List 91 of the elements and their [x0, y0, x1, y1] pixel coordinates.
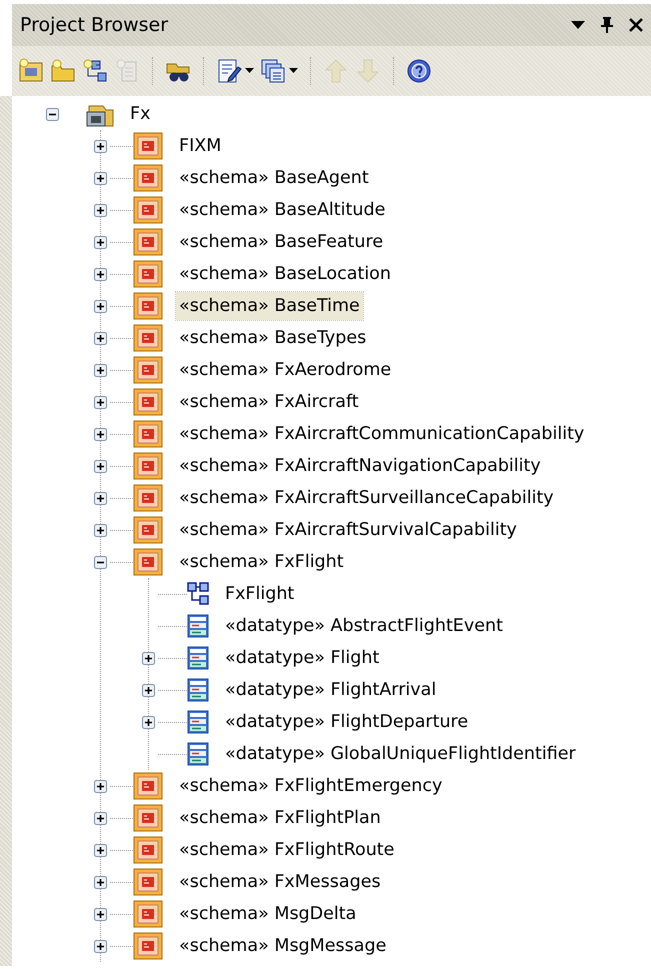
- caret-icon[interactable]: [245, 68, 254, 74]
- package-icon: [133, 196, 163, 224]
- dropdown-icon[interactable]: [571, 20, 585, 30]
- package-icon: [133, 772, 163, 800]
- tree-item[interactable]: «schema» FxAircraftSurvivalCapability: [176, 516, 520, 544]
- model-button[interactable]: [18, 58, 44, 84]
- tree-item[interactable]: «datatype» FlightDeparture: [222, 708, 472, 736]
- expand-toggle[interactable]: [94, 492, 106, 504]
- expand-toggle[interactable]: [94, 396, 106, 408]
- diagram-icon: [187, 582, 209, 606]
- tree-item[interactable]: «schema» FxFlightPlan: [176, 804, 384, 832]
- tree-item[interactable]: «schema» BaseAgent: [176, 164, 372, 192]
- caret-icon[interactable]: [289, 68, 298, 74]
- tree-item[interactable]: «schema» BaseLocation: [176, 260, 394, 288]
- package-icon: [133, 356, 163, 384]
- package-icon: [133, 132, 163, 160]
- tree-item[interactable]: «schema» FxAircraftCommunicationCapability: [176, 420, 588, 448]
- windows-icon[interactable]: [260, 58, 286, 84]
- expand-toggle[interactable]: [94, 876, 106, 888]
- expand-toggle[interactable]: [94, 908, 106, 920]
- expand-toggle[interactable]: [94, 812, 106, 824]
- tree-item[interactable]: «schema» BaseTypes: [176, 324, 370, 352]
- tree-item[interactable]: «schema» MsgMessage: [176, 932, 390, 960]
- tree-item[interactable]: «schema» FxAircraftSurveillanceCapability: [176, 484, 557, 512]
- package-icon: [133, 900, 163, 928]
- tree-item[interactable]: «schema» FxAircraftNavigationCapability: [176, 452, 544, 480]
- package-icon: [133, 420, 163, 448]
- expand-toggle[interactable]: [94, 172, 106, 184]
- close-icon[interactable]: [629, 18, 643, 32]
- diagram-button[interactable]: [82, 58, 108, 84]
- package-icon: [133, 164, 163, 192]
- datatype-icon: [187, 646, 209, 670]
- expand-toggle[interactable]: [94, 428, 106, 440]
- collapse-toggle[interactable]: [94, 556, 106, 568]
- tree-item[interactable]: «schema» BaseAltitude: [176, 196, 388, 224]
- expand-toggle[interactable]: [94, 524, 106, 536]
- tree-item[interactable]: «datatype» GlobalUniqueFlightIdentifier: [222, 740, 579, 768]
- tree-item[interactable]: «schema» FxAircraft: [176, 388, 362, 416]
- tree-item[interactable]: «schema» BaseFeature: [176, 228, 386, 256]
- expand-toggle[interactable]: [94, 780, 106, 792]
- help-button[interactable]: [406, 58, 432, 84]
- tree-item[interactable]: «datatype» Flight: [222, 644, 382, 672]
- expand-toggle[interactable]: [94, 268, 106, 280]
- panel-title: Project Browser: [20, 12, 168, 38]
- package-icon: [133, 388, 163, 416]
- tree-item[interactable]: «schema» MsgDelta: [176, 900, 360, 928]
- expand-toggle[interactable]: [94, 844, 106, 856]
- package-icon: [133, 228, 163, 256]
- tree-item[interactable]: Fx: [127, 100, 154, 128]
- package-icon: [133, 804, 163, 832]
- tree-item[interactable]: «schema» FxMessages: [176, 868, 384, 896]
- package-icon: [133, 516, 163, 544]
- datatype-icon: [187, 710, 209, 734]
- pin-icon[interactable]: [601, 17, 613, 33]
- expand-toggle[interactable]: [94, 204, 106, 216]
- tree-item[interactable]: «schema» FxFlight: [176, 548, 347, 576]
- tree-item[interactable]: FxFlight: [222, 580, 298, 608]
- expand-toggle[interactable]: [94, 300, 106, 312]
- datatype-icon: [187, 614, 209, 638]
- expand-toggle[interactable]: [94, 140, 106, 152]
- package-icon: [133, 868, 163, 896]
- expand-toggle[interactable]: [94, 364, 106, 376]
- tree-item[interactable]: «datatype» AbstractFlightEvent: [222, 612, 506, 640]
- expand-toggle[interactable]: [142, 652, 154, 664]
- expand-toggle[interactable]: [142, 716, 154, 728]
- datatype-icon: [187, 678, 209, 702]
- folder-button[interactable]: [50, 58, 76, 84]
- datatype-icon: [187, 742, 209, 766]
- package-icon: [133, 932, 163, 960]
- package-icon: [133, 548, 163, 576]
- tree-item[interactable]: «schema» FxFlightRoute: [176, 836, 398, 864]
- windows-button[interactable]: [260, 58, 298, 84]
- document-pencil-icon[interactable]: [216, 58, 242, 84]
- tree-item[interactable]: «schema» FxFlightEmergency: [176, 772, 446, 800]
- document-pencil-button[interactable]: [216, 58, 254, 84]
- package-icon: [133, 292, 163, 320]
- expand-toggle[interactable]: [94, 940, 106, 952]
- collapse-toggle[interactable]: [46, 108, 58, 120]
- tree-item[interactable]: «schema» BaseTime: [176, 292, 363, 320]
- package-icon: [133, 324, 163, 352]
- expand-toggle[interactable]: [94, 460, 106, 472]
- expand-toggle[interactable]: [94, 332, 106, 344]
- package-icon: [133, 260, 163, 288]
- tree-item[interactable]: «schema» FxAerodrome: [176, 356, 394, 384]
- package-icon: [133, 452, 163, 480]
- expand-toggle[interactable]: [142, 684, 154, 696]
- package-icon: [133, 836, 163, 864]
- expand-toggle[interactable]: [94, 236, 106, 248]
- tree-item[interactable]: FIXM: [176, 132, 224, 160]
- package-icon: [133, 484, 163, 512]
- tree-item[interactable]: «datatype» FlightArrival: [222, 676, 440, 704]
